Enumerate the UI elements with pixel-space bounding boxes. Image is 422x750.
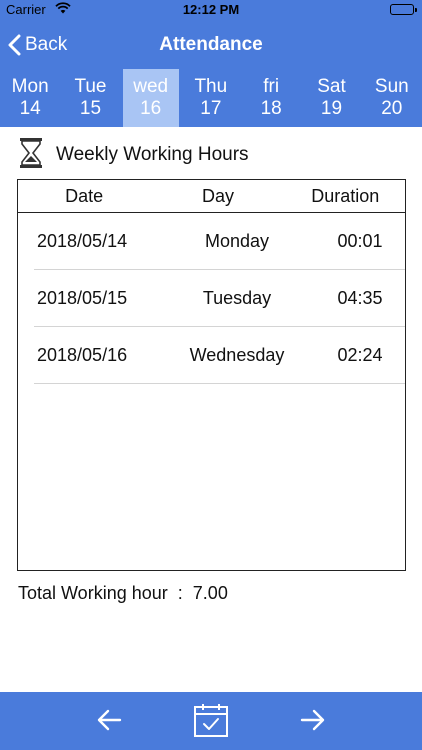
cell-date: 2018/05/14 (37, 230, 128, 251)
day-date: 16 (140, 98, 162, 119)
day-date: 20 (381, 98, 403, 119)
day-date: 19 (320, 98, 343, 119)
cell-duration: 00:01 (337, 230, 383, 251)
day-date: 15 (79, 98, 102, 119)
column-header-duration: Duration (311, 185, 380, 206)
column-header-date: Date (65, 185, 104, 206)
table-header: Date Day Duration (18, 180, 405, 213)
calendar-check-icon[interactable] (193, 702, 229, 743)
column-header-day: Day (201, 185, 234, 206)
status-time: 12:12 PM (182, 2, 240, 17)
day-date: 17 (200, 98, 222, 119)
arrow-right-icon[interactable] (300, 705, 326, 740)
cell-day: Wednesday (189, 344, 285, 365)
table-row[interactable]: 2018/05/14 Monday 00:01 (34, 213, 405, 270)
day-tab-fri[interactable]: fri 18 (241, 69, 301, 127)
total-working-hours: Total Working hour : 7.00 (18, 583, 228, 604)
day-date: 14 (19, 98, 41, 119)
cell-date: 2018/05/16 (37, 344, 128, 365)
cell-day: Tuesday (202, 287, 272, 308)
day-name: Sat (317, 76, 346, 97)
navigation-bar: Carrier 12:12 PM Back Attendance (0, 0, 422, 69)
day-tab-wed[interactable]: wed 16 (122, 69, 179, 127)
day-name: Thu (194, 76, 228, 97)
status-bar: Carrier 12:12 PM (0, 0, 422, 20)
section-header: Weekly Working Hours (18, 137, 249, 174)
page-title: Attendance (159, 34, 263, 55)
cell-day: Monday (204, 230, 270, 251)
section-title: Weekly Working Hours (56, 144, 249, 165)
day-name: Sun (374, 76, 409, 97)
attendance-screen: Carrier 12:12 PM Back Attendance Mon 14 (0, 0, 422, 750)
cell-duration: 02:24 (337, 344, 383, 365)
day-name: Mon (11, 76, 49, 97)
working-hours-table: Date Day Duration 2018/05/14 Monday 00:0… (17, 179, 406, 571)
day-name: Tue (74, 76, 107, 97)
hourglass-icon (18, 137, 44, 174)
day-date: 18 (260, 98, 282, 119)
day-tab-mon[interactable]: Mon 14 (0, 69, 60, 127)
day-name: fri (263, 76, 280, 97)
table-row[interactable]: 2018/05/15 Tuesday 04:35 (34, 270, 405, 327)
total-separator: : (177, 583, 183, 603)
total-label: Total Working hour (18, 583, 168, 603)
total-value: 7.00 (192, 583, 228, 603)
battery-icon (390, 4, 417, 15)
bottom-toolbar (0, 692, 422, 750)
cell-duration: 04:35 (337, 287, 383, 308)
table-row[interactable]: 2018/05/16 Wednesday 02:24 (34, 327, 405, 384)
day-tab-sun[interactable]: Sun 20 (362, 69, 422, 127)
day-tab-tue[interactable]: Tue 15 (60, 69, 120, 127)
day-tab-thu[interactable]: Thu 17 (181, 69, 241, 127)
day-name: wed (133, 76, 169, 97)
cell-date: 2018/05/15 (37, 287, 128, 308)
arrow-left-icon[interactable] (96, 705, 122, 740)
week-selector: Mon 14 Tue 15 wed 16 Thu 17 fri 18 Sat 1… (0, 69, 422, 127)
day-tab-sat[interactable]: Sat 19 (301, 69, 361, 127)
